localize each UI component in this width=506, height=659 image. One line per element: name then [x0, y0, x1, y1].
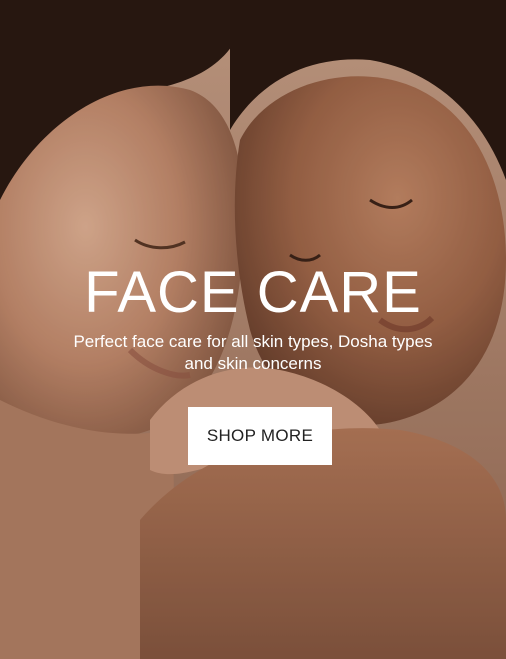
hero-subtitle: Perfect face care for all skin types, Do… [73, 332, 433, 373]
hero-content: FACE CARE Perfect face care for all skin… [0, 0, 506, 659]
hero-banner: FACE CARE Perfect face care for all skin… [0, 0, 506, 659]
hero-title: FACE CARE [84, 260, 422, 325]
shop-more-button[interactable]: SHOP MORE [188, 407, 332, 465]
